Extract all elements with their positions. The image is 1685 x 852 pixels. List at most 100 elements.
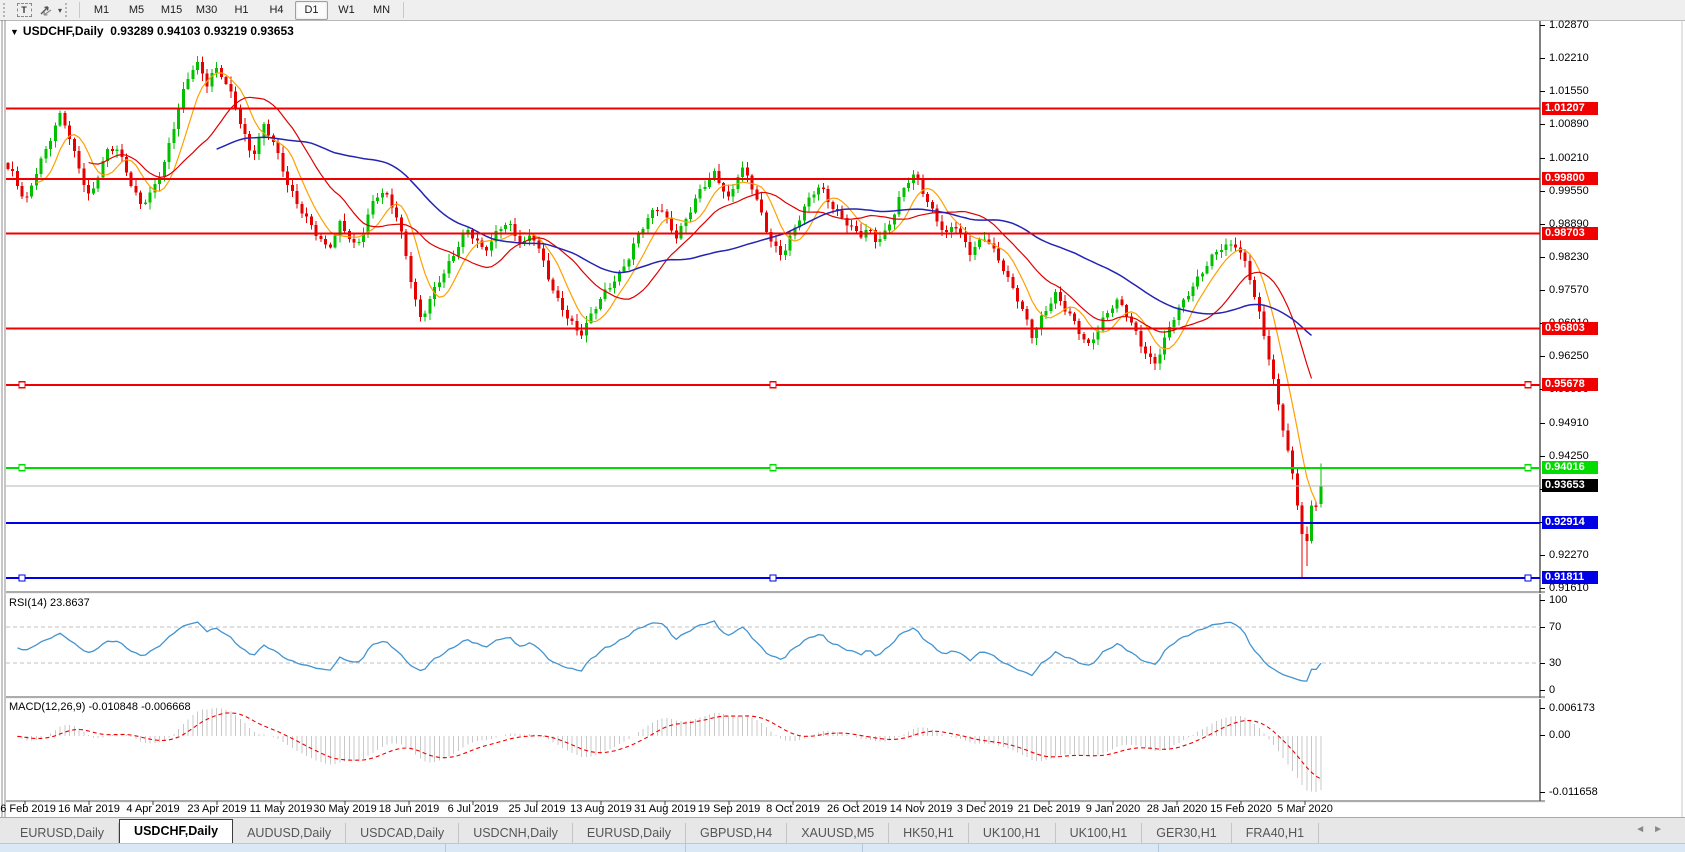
chart-tab-eurusd-daily[interactable]: EURUSD,Daily <box>573 823 686 843</box>
date-axis-label[interactable]: 11 May 2019 <box>250 803 313 815</box>
chart-tab-gbpusd-h4[interactable]: GBPUSD,H4 <box>686 823 787 843</box>
price-axis-tickmark <box>1540 224 1545 225</box>
rsi-axis-tickmark <box>1540 690 1545 691</box>
rsi-value: 23.8637 <box>50 597 90 609</box>
collapse-indicators-icon[interactable]: ▼ <box>10 27 19 37</box>
price-axis-tickmark <box>1540 456 1545 457</box>
price-axis-tickmark <box>1540 158 1545 159</box>
date-axis-label[interactable]: 6 Jul 2019 <box>448 803 499 815</box>
date-axis-label[interactable]: 3 Dec 2019 <box>957 803 1013 815</box>
date-axis-label[interactable]: 21 Dec 2019 <box>1018 803 1080 815</box>
chart-tab-audusd-daily[interactable]: AUDUSD,Daily <box>233 823 346 843</box>
date-axis-label[interactable]: 5 Mar 2020 <box>1277 803 1333 815</box>
date-axis-label[interactable]: 14 Nov 2019 <box>890 803 952 815</box>
macd-axis-tickmark <box>1540 708 1545 709</box>
price-axis-tick-1.00210: 1.00210 <box>1549 152 1589 164</box>
rsi-axis-tick-0: 0 <box>1549 684 1555 696</box>
price-axis-tick-1.00890: 1.00890 <box>1549 118 1589 130</box>
price-axis-tick-1.02870: 1.02870 <box>1549 19 1589 31</box>
macd-axis-tick-0.00: 0.00 <box>1549 729 1570 741</box>
price-axis-tickmark <box>1540 25 1545 26</box>
date-axis-label[interactable]: 9 Jan 2020 <box>1086 803 1140 815</box>
chart-tab-fra40-h1[interactable]: FRA40,H1 <box>1232 823 1319 843</box>
rsi-axis-tick-70: 70 <box>1549 621 1561 633</box>
price-level-label-0.92914: 0.92914 <box>1542 516 1598 529</box>
status-bar <box>0 843 1685 852</box>
price-level-label-0.99800: 0.99800 <box>1542 172 1598 185</box>
price-axis-tick-0.98230: 0.98230 <box>1549 251 1589 263</box>
chart-tab-ger30-h1[interactable]: GER30,H1 <box>1142 823 1231 843</box>
date-axis-label[interactable]: 16 Mar 2019 <box>58 803 120 815</box>
price-level-label-0.98703: 0.98703 <box>1542 227 1598 240</box>
price-axis-tickmark <box>1540 356 1545 357</box>
price-axis-tick-0.92270: 0.92270 <box>1549 549 1589 561</box>
date-axis-label[interactable]: 13 Aug 2019 <box>570 803 632 815</box>
price-axis-tickmark <box>1540 257 1545 258</box>
tab-scroll-right-icon[interactable]: ► <box>1653 824 1671 835</box>
date-axis-label[interactable]: 8 Oct 2019 <box>766 803 820 815</box>
status-bar-separator <box>445 843 446 852</box>
date-axis-label[interactable]: 31 Aug 2019 <box>634 803 696 815</box>
price-axis-tickmark <box>1540 124 1545 125</box>
tab-scroll-arrows: ◄► <box>1635 824 1671 835</box>
price-axis-tickmark <box>1540 290 1545 291</box>
macd-axis-tickmark <box>1540 792 1545 793</box>
chart-tab-eurusd-daily[interactable]: EURUSD,Daily <box>6 823 119 843</box>
macd-axis-tickmark <box>1540 735 1545 736</box>
price-axis-tick-0.94250: 0.94250 <box>1549 450 1589 462</box>
date-axis-label[interactable]: 4 Apr 2019 <box>126 803 179 815</box>
status-bar-separator <box>1158 843 1159 852</box>
macd-name: MACD(12,26,9) <box>9 701 85 713</box>
rsi-axis-tick-30: 30 <box>1549 657 1561 669</box>
price-axis-tick-0.96250: 0.96250 <box>1549 350 1589 362</box>
rsi-axis-tick-100: 100 <box>1549 594 1567 606</box>
status-bar-separator <box>685 843 686 852</box>
macd-axis-tick--0.011658: -0.011658 <box>1549 786 1598 798</box>
price-axis-tick-0.97570: 0.97570 <box>1549 284 1589 296</box>
chart-ohlc-values: 0.93289 0.94103 0.93219 0.93653 <box>110 24 294 38</box>
price-level-label-0.95678: 0.95678 <box>1542 378 1598 391</box>
terminal-window: T ▾ M1M5M15M30H1H4D1W1MN ▼USDCHF,Daily 0… <box>0 0 1685 852</box>
rsi-axis-tickmark <box>1540 600 1545 601</box>
chart-tab-bar: EURUSD,DailyUSDCHF,DailyAUDUSD,DailyUSDC… <box>0 817 1685 844</box>
date-axis-label[interactable]: 19 Sep 2019 <box>698 803 760 815</box>
rsi-indicator-label: RSI(14) 23.8637 <box>9 597 90 609</box>
date-axis-label[interactable]: 26 Oct 2019 <box>827 803 887 815</box>
rsi-name: RSI(14) <box>9 597 47 609</box>
macd-axis-tick-0.006173: 0.006173 <box>1549 702 1595 714</box>
price-axis-tickmark <box>1540 58 1545 59</box>
chart-symbol-label: USDCHF,Daily <box>23 24 104 38</box>
chart-tab-uk100-h1[interactable]: UK100,H1 <box>969 823 1056 843</box>
chart-tab-usdcnh-daily[interactable]: USDCNH,Daily <box>459 823 573 843</box>
chart-title: ▼ USDCHF,Daily 0.93289 0.94103 0.93219 0.… <box>10 24 294 38</box>
price-axis-tickmark <box>1540 191 1545 192</box>
price-axis-tick-1.01550: 1.01550 <box>1549 85 1589 97</box>
chart-tab-usdchf-daily[interactable]: USDCHF,Daily <box>119 819 233 844</box>
chart-tab-xauusd-m5[interactable]: XAUUSD,M5 <box>787 823 889 843</box>
chart-tab-usdcad-daily[interactable]: USDCAD,Daily <box>346 823 459 843</box>
date-axis-label[interactable]: 18 Jun 2019 <box>379 803 440 815</box>
date-axis-label[interactable]: 23 Apr 2019 <box>187 803 246 815</box>
price-level-label-1.01207: 1.01207 <box>1542 102 1598 115</box>
date-axis-label[interactable]: 28 Jan 2020 <box>1147 803 1208 815</box>
rsi-axis-tickmark <box>1540 627 1545 628</box>
macd-values: -0.010848 -0.006668 <box>88 701 190 713</box>
tab-scroll-left-icon[interactable]: ◄ <box>1635 824 1653 835</box>
date-axis-label[interactable]: 30 May 2019 <box>313 803 377 815</box>
price-level-label-0.94016: 0.94016 <box>1542 461 1598 474</box>
chart-tab-uk100-h1[interactable]: UK100,H1 <box>1056 823 1143 843</box>
price-axis-tickmark <box>1540 588 1545 589</box>
macd-indicator-label: MACD(12,26,9) -0.010848 -0.006668 <box>9 701 191 713</box>
status-bar-separator <box>862 843 863 852</box>
date-axis-label[interactable]: 15 Feb 2020 <box>1210 803 1272 815</box>
chart-tab-hk50-h1[interactable]: HK50,H1 <box>889 823 969 843</box>
price-level-label-0.91811: 0.91811 <box>1542 571 1598 584</box>
price-axis-tickmark <box>1540 555 1545 556</box>
chart-canvas[interactable] <box>0 0 1685 852</box>
price-axis-tick-0.99550: 0.99550 <box>1549 185 1589 197</box>
price-level-label-0.96803: 0.96803 <box>1542 322 1598 335</box>
date-axis-label[interactable]: 25 Jul 2019 <box>509 803 566 815</box>
price-axis-tick-1.02210: 1.02210 <box>1549 52 1589 64</box>
date-axis-label[interactable]: 26 Feb 2019 <box>0 803 56 815</box>
price-axis-tickmark <box>1540 423 1545 424</box>
